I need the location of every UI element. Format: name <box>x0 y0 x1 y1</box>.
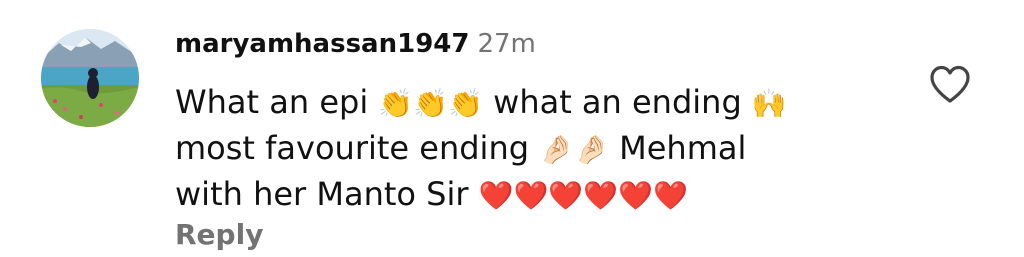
reply-button[interactable]: Reply <box>175 217 263 253</box>
heart-outline-icon <box>930 65 970 103</box>
clapping-hands-emoji: 👏👏👏 <box>378 87 483 120</box>
avatar[interactable] <box>41 29 139 127</box>
avatar-landscape-image <box>41 29 139 127</box>
comment-text-segment: Mehmal <box>619 129 747 167</box>
comment-line-2: most favourite ending 🤌🏻🤌🏻 Mehmal <box>175 126 875 172</box>
comment-line-3: with her Manto Sir ❤️❤️❤️❤️❤️❤️ <box>175 172 875 218</box>
comment-timestamp: 27m <box>477 29 536 59</box>
comment-text-segment: what an ending <box>493 83 742 121</box>
pinched-fingers-emoji: 🤌🏻🤌🏻 <box>539 133 609 166</box>
comment-line-1: What an epi 👏👏👏 what an ending 🙌 <box>175 80 875 126</box>
like-button[interactable] <box>928 64 972 104</box>
username-link[interactable]: maryamhassan1947 <box>175 29 469 59</box>
comment-text: What an epi 👏👏👏 what an ending 🙌 most fa… <box>175 80 875 218</box>
comment-header: maryamhassan1947 27m <box>175 26 536 65</box>
comment-text-segment: with her Manto Sir <box>175 175 469 213</box>
comment-item: maryamhassan1947 27m What an epi 👏👏👏 what… <box>0 0 1024 257</box>
comment-text-segment: most favourite ending <box>175 129 530 167</box>
raising-hands-emoji: 🙌 <box>751 87 787 120</box>
comment-text-segment: What an epi <box>175 83 369 121</box>
red-heart-emoji: ❤️❤️❤️❤️❤️❤️ <box>478 179 688 212</box>
